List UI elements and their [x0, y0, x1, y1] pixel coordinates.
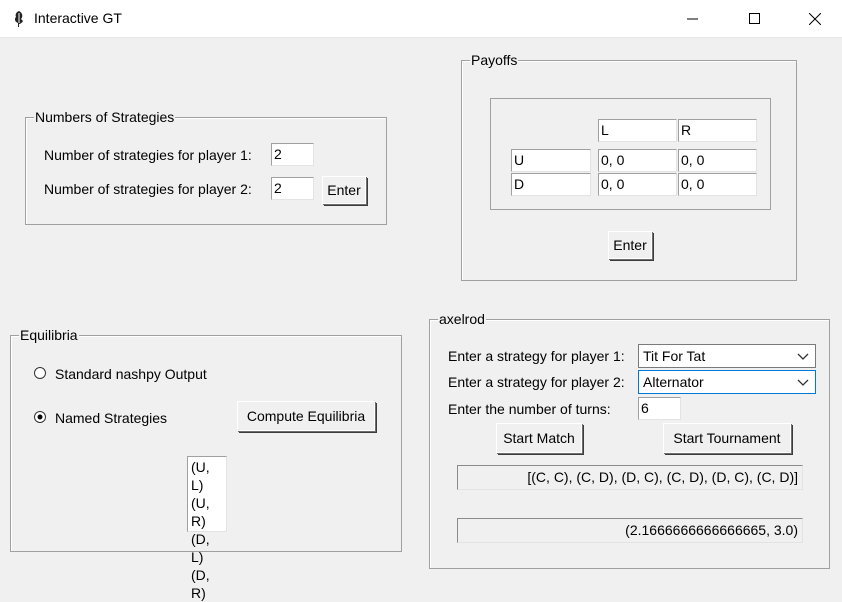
player1-strategy-select[interactable]: Tit For Tat: [638, 344, 816, 368]
close-button[interactable]: [792, 0, 838, 38]
list-item[interactable]: (D, R): [191, 566, 223, 602]
feather-icon: [14, 11, 23, 27]
payoff-matrix-frame: L R U 0, 0 0, 0 D 0, 0 0, 0: [490, 98, 771, 210]
row-header-u[interactable]: U: [511, 149, 591, 172]
axelrod-group: axelrod Enter a strategy for player 1: T…: [429, 311, 830, 569]
payoffs-enter-button[interactable]: Enter: [608, 231, 652, 259]
chevron-down-icon: [797, 353, 809, 360]
numbers-of-strategies-group: Numbers of Strategies Number of strategi…: [25, 109, 387, 225]
payoffs-legend: Payoffs: [470, 52, 519, 68]
radio-named-strategies[interactable]: [34, 411, 46, 423]
title-bar: Interactive GT: [0, 0, 842, 38]
column-header-l[interactable]: L: [598, 119, 677, 142]
main-content: Numbers of Strategies Number of strategi…: [0, 38, 842, 601]
payoff-cell-d-r[interactable]: 0, 0: [678, 173, 757, 196]
standard-output-label: Standard nashpy Output: [55, 366, 207, 382]
column-header-r[interactable]: R: [678, 119, 757, 142]
payoff-cell-d-l[interactable]: 0, 0: [598, 173, 677, 196]
payoff-cell-u-l[interactable]: 0, 0: [598, 149, 677, 172]
maximize-icon: [749, 13, 760, 24]
numbers-of-strategies-legend: Numbers of Strategies: [34, 109, 176, 125]
turns-input[interactable]: 6: [638, 397, 681, 420]
compute-equilibria-button[interactable]: Compute Equilibria: [237, 401, 375, 431]
row-header-d[interactable]: D: [511, 173, 591, 196]
equilibria-group: Equilibria Standard nashpy Output Named …: [10, 327, 402, 601]
close-icon: [809, 13, 821, 25]
turns-label: Enter the number of turns:: [448, 401, 611, 417]
player1-strategies-label: Number of strategies for player 1:: [44, 147, 252, 163]
minimize-button[interactable]: [670, 0, 716, 38]
player2-strategy-label: Enter a strategy for player 2:: [448, 374, 625, 390]
player2-strategy-value: Alternator: [643, 374, 704, 390]
radio-standard-output[interactable]: [34, 367, 46, 379]
match-output: [(C, C), (C, D), (D, C), (C, D), (D, C),…: [457, 465, 803, 490]
score-output: (2.1666666666666665, 3.0): [457, 518, 803, 543]
named-strategies-label: Named Strategies: [55, 410, 168, 426]
player1-strategies-input[interactable]: 2: [271, 143, 314, 166]
payoff-cell-u-r[interactable]: 0, 0: [678, 149, 757, 172]
start-tournament-button[interactable]: Start Tournament: [663, 423, 791, 453]
player2-strategies-input[interactable]: 2: [271, 177, 314, 200]
payoffs-group: Payoffs L R U 0, 0 0, 0 D 0, 0 0, 0 Ente…: [461, 52, 797, 281]
equilibria-results-list[interactable]: (U, L) (U, R) (D, L) (D, R): [187, 456, 227, 601]
minimize-icon: [687, 18, 698, 20]
player2-strategy-select[interactable]: Alternator: [638, 370, 816, 394]
list-item[interactable]: (U, R): [191, 494, 223, 530]
maximize-button[interactable]: [732, 0, 778, 38]
window-title: Interactive GT: [34, 10, 122, 26]
chevron-down-icon: [797, 379, 809, 386]
list-item[interactable]: (U, L): [191, 458, 223, 494]
player1-strategy-label: Enter a strategy for player 1:: [448, 348, 625, 364]
strategies-enter-button[interactable]: Enter: [322, 176, 366, 204]
equilibria-legend: Equilibria: [19, 327, 79, 343]
list-item[interactable]: (D, L): [191, 530, 223, 566]
axelrod-legend: axelrod: [438, 311, 486, 327]
player1-strategy-value: Tit For Tat: [643, 348, 706, 364]
start-match-button[interactable]: Start Match: [496, 423, 582, 453]
player2-strategies-label: Number of strategies for player 2:: [44, 181, 252, 197]
